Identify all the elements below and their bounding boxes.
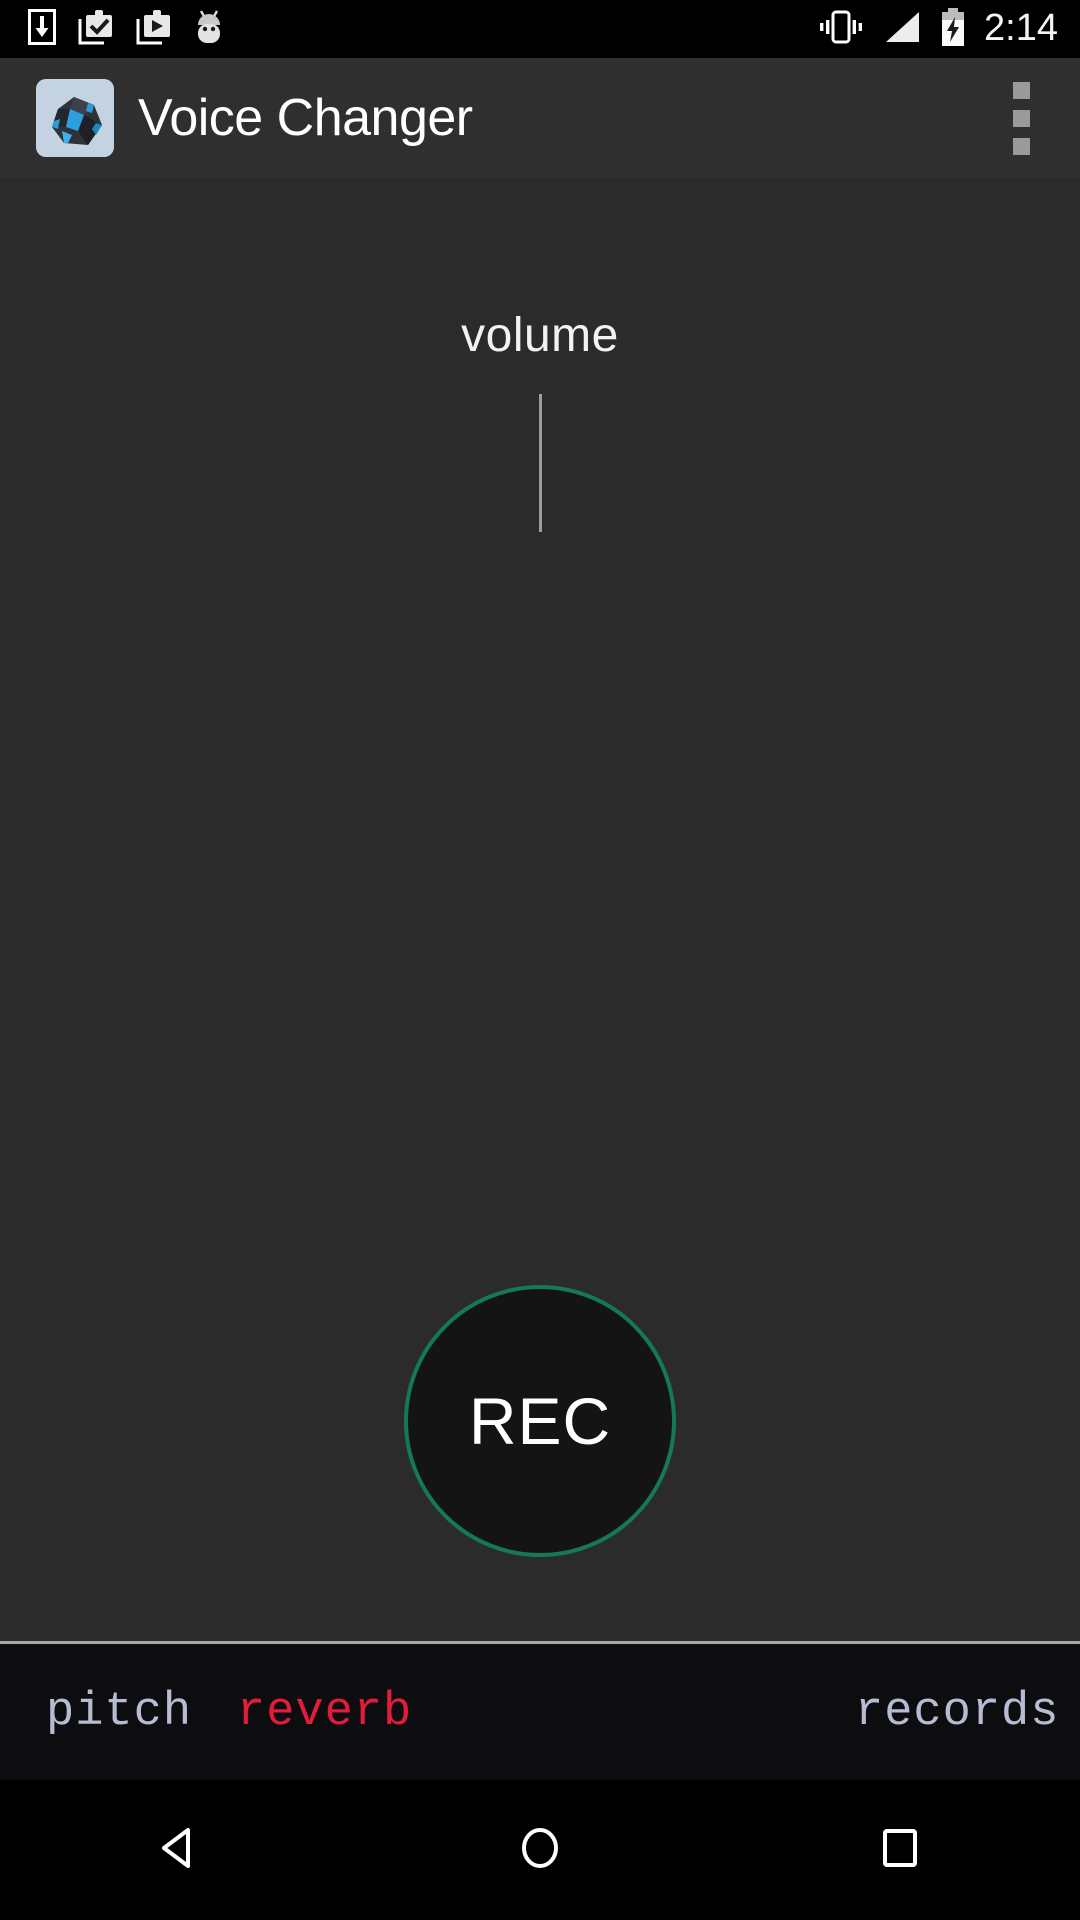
volume-slider[interactable] bbox=[480, 394, 600, 544]
status-bar-left-icons bbox=[28, 8, 224, 50]
nav-recents-button[interactable] bbox=[820, 1780, 980, 1920]
volume-slider-track bbox=[539, 394, 542, 532]
app-screen: 2:14 Voice Changer volume REC pitch reve… bbox=[0, 0, 1080, 1920]
action-bar: Voice Changer bbox=[0, 58, 1080, 178]
overflow-menu-icon[interactable] bbox=[1004, 75, 1038, 161]
android-nav-bar bbox=[0, 1780, 1080, 1920]
voice-changer-app-icon bbox=[36, 79, 114, 157]
android-icon bbox=[194, 9, 224, 50]
tab-reverb[interactable]: reverb bbox=[237, 1644, 412, 1780]
play-store-icon bbox=[136, 9, 172, 50]
record-button-wrap: REC bbox=[404, 1285, 676, 1557]
nav-back-button[interactable] bbox=[100, 1780, 260, 1920]
battery-charging-icon bbox=[940, 7, 966, 51]
record-button[interactable]: REC bbox=[404, 1285, 676, 1557]
overflow-dot-1 bbox=[1012, 81, 1030, 99]
record-button-label: REC bbox=[468, 1384, 612, 1458]
status-bar-clock: 2:14 bbox=[984, 6, 1058, 49]
download-icon bbox=[28, 8, 56, 50]
tab-records[interactable]: records bbox=[855, 1644, 1059, 1780]
install-complete-icon bbox=[78, 9, 114, 50]
recents-square-icon bbox=[872, 1820, 928, 1881]
tab-bar: pitch reverb records bbox=[0, 1644, 1080, 1780]
status-bar: 2:14 bbox=[0, 0, 1080, 58]
status-bar-right-icons: 2:14 bbox=[818, 6, 1058, 51]
overflow-dot-2 bbox=[1012, 109, 1030, 127]
home-circle-icon bbox=[512, 1820, 568, 1881]
page-title: Voice Changer bbox=[138, 89, 473, 147]
vibrate-icon bbox=[818, 10, 864, 49]
back-triangle-icon bbox=[152, 1820, 208, 1881]
signal-icon bbox=[882, 10, 922, 49]
overflow-dot-3 bbox=[1012, 137, 1030, 155]
tab-pitch[interactable]: pitch bbox=[46, 1644, 192, 1780]
main-content: volume REC bbox=[0, 178, 1080, 1641]
nav-home-button[interactable] bbox=[460, 1780, 620, 1920]
volume-label: volume bbox=[461, 309, 619, 362]
